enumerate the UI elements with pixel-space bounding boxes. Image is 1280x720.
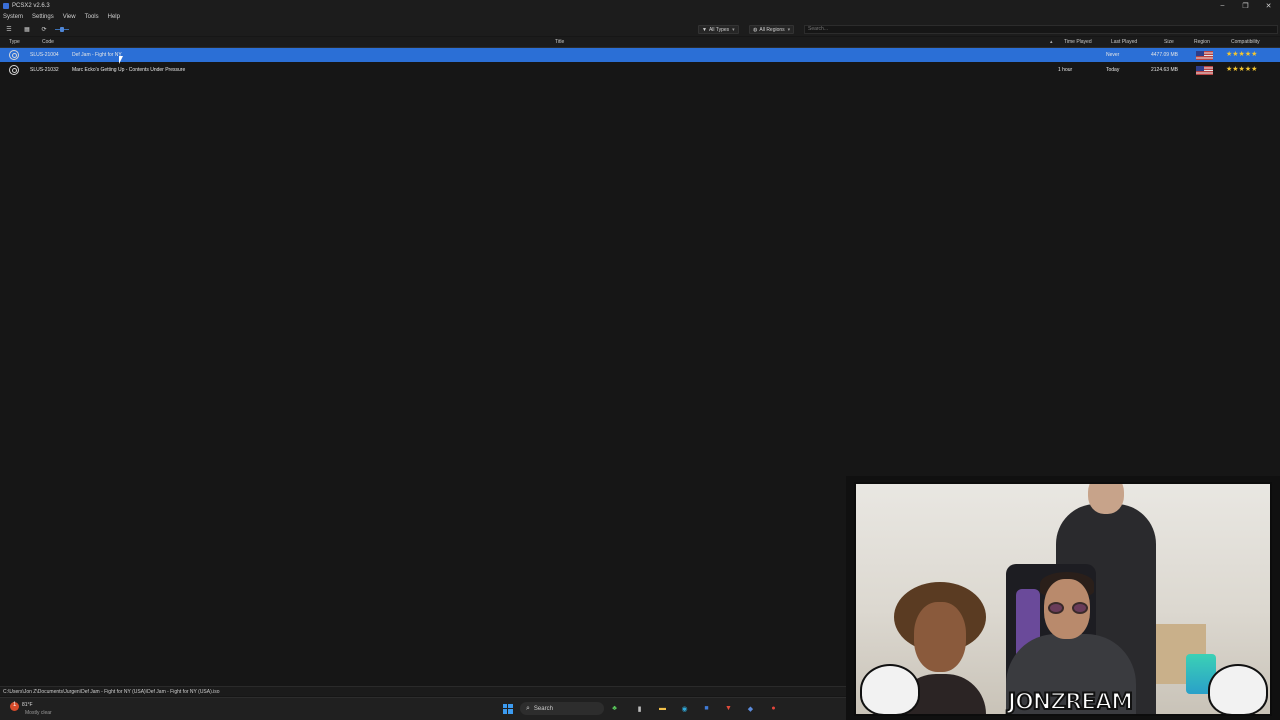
game-code: SLUS-21004 [30,52,59,58]
webcam-overlay: JONZREAM [846,476,1280,720]
compatibility-stars: ★★★★★ [1226,66,1258,73]
column-title[interactable]: Title [555,39,564,45]
menu-view[interactable]: View [63,14,76,20]
mouse-cursor-icon [119,56,123,64]
list-view-icon[interactable]: ☰ [4,25,14,34]
refresh-icon[interactable]: ⟳ [39,25,49,34]
window-title: PCSX2 v2.6.3 [12,2,50,9]
pcsx2-app-icon [3,2,9,9]
game-title: Marc Ecko's Getting Up - Contents Under … [72,67,186,73]
app-icon-1[interactable]: ♣ [609,703,620,714]
window-controls: – ❐ ✕ [1211,0,1280,11]
weather-alert-icon [10,702,19,711]
pcsx2-taskbar-icon[interactable]: ◆ [745,703,756,714]
us-flag-icon [1196,51,1213,60]
close-button[interactable]: ✕ [1257,0,1280,11]
game-list-header: Type Code Title ▴ Time Played Last Playe… [0,37,1280,48]
column-last-played[interactable]: Last Played [1111,39,1137,45]
game-last-played: Never [1106,52,1120,58]
grid-view-icon[interactable]: ▦ [22,25,32,34]
taskbar-search[interactable]: ⌕ Search [520,702,604,715]
region-filter-label: All Regions [759,26,785,33]
brave-icon[interactable]: ▼ [723,703,734,714]
person-standing-head [1088,484,1124,514]
toolbar: ☰ ▦ ⟳ ▼ All Types ▾ ◍ All Regions ▾ Sear… [0,23,1280,36]
title-bar: PCSX2 v2.6.3 – ❐ ✕ [0,0,1280,11]
globe-icon: ◍ [753,26,758,33]
app-icon-3[interactable]: ● [768,703,779,714]
us-flag-icon [1196,66,1213,75]
webcam-feed: JONZREAM [854,482,1272,716]
weather-temp: 81°F [22,702,33,708]
search-icon: ⌕ [526,704,530,712]
game-size: 4477.09 MB [1151,52,1178,58]
column-code[interactable]: Code [42,39,54,45]
zoom-slider[interactable] [55,27,69,32]
taskbar: 81°F Mostly clear ⌕ Search ♣ ▮ ▬ ◉ ■ ▼ ◆… [0,697,846,720]
game-row[interactable]: SLUS-21032 Marc Ecko's Getting Up - Cont… [0,63,1280,77]
compatibility-stars: ★★★★★ [1226,51,1258,58]
column-region[interactable]: Region [1194,39,1210,45]
disc-icon [9,65,19,75]
menu-settings[interactable]: Settings [32,14,54,20]
file-explorer-icon[interactable]: ▬ [657,703,668,714]
game-time-played: 1 hour [1058,67,1073,73]
search-input[interactable]: Search... [804,25,1278,34]
game-code: SLUS-21032 [30,67,59,73]
game-last-played: Today [1106,67,1120,73]
glasses [1048,602,1088,614]
type-filter-label: All Types [708,26,730,33]
menu-tools[interactable]: Tools [85,14,99,20]
stream-brand-logo: JONZREAM [1007,689,1134,715]
weather-widget[interactable]: 81°F Mostly clear [10,702,52,716]
sort-arrow-icon: ▴ [1050,39,1053,45]
weather-condition: Mostly clear [25,710,52,716]
menu-system[interactable]: System [3,14,23,20]
edge-icon[interactable]: ◉ [679,703,690,714]
windows-logo-icon [502,703,513,714]
mascot-logo-right [1208,664,1268,714]
column-type[interactable]: Type [9,39,20,45]
column-time-played[interactable]: Time Played [1064,39,1092,45]
task-view-icon[interactable]: ▮ [634,703,645,714]
person-left-head [914,602,966,672]
chevron-down-icon: ▾ [732,26,735,33]
menu-bar: System Settings View Tools Help [0,11,1280,23]
start-button[interactable] [502,703,513,714]
menu-help[interactable]: Help [108,14,120,20]
disc-icon [9,50,19,60]
taskbar-search-label: Search [533,705,553,712]
minimize-button[interactable]: – [1211,0,1234,11]
column-compatibility[interactable]: Compatibility [1231,39,1260,45]
type-filter-dropdown[interactable]: ▼ All Types ▾ [698,25,739,34]
mascot-logo-left [860,664,920,714]
region-filter-dropdown[interactable]: ◍ All Regions ▾ [749,25,795,34]
game-size: 2124.63 MB [1151,67,1178,73]
column-size[interactable]: Size [1164,39,1174,45]
status-path: C:\Users\Jon Z\Documents\Jurgen\Def Jam … [3,689,220,695]
status-bar: C:\Users\Jon Z\Documents\Jurgen\Def Jam … [0,686,846,696]
chevron-down-icon: ▾ [787,26,791,33]
maximize-button[interactable]: ❐ [1234,0,1257,11]
app-icon-2[interactable]: ■ [701,703,712,714]
game-title: Def Jam - Fight for NY [72,52,122,58]
game-row[interactable]: SLUS-21004 Def Jam - Fight for NY Never … [0,48,1280,62]
filter-icon: ▼ [702,26,707,33]
